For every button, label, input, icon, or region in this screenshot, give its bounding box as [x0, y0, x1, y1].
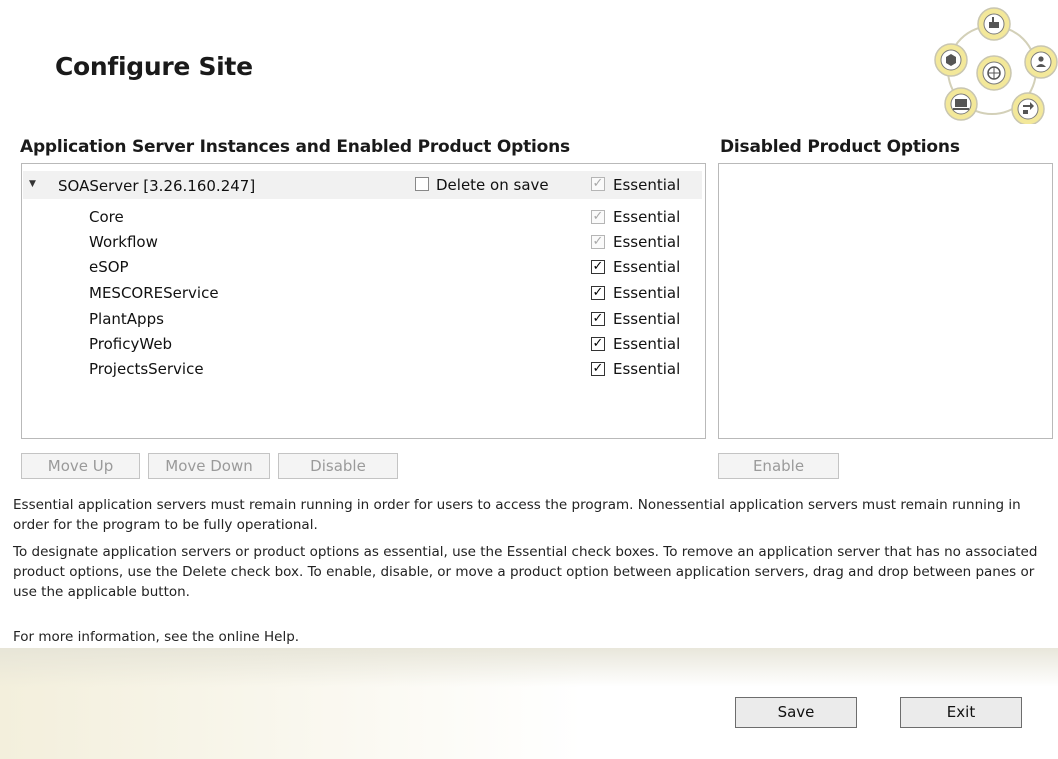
move-up-button[interactable]: Move Up — [21, 453, 140, 479]
check-icon: ✓ — [592, 361, 604, 376]
essential-checkbox-projectsservice[interactable]: ✓ — [591, 362, 605, 376]
designate-info-text: To designate application servers or prod… — [13, 544, 1038, 600]
option-name: eSOP — [89, 258, 129, 276]
enabled-options-tree[interactable]: ▼ SOAServer [3.26.160.247] Delete on sav… — [21, 163, 706, 439]
option-name: PlantApps — [89, 310, 164, 328]
essential-label: Essential — [613, 310, 681, 328]
move-down-button[interactable]: Move Down — [148, 453, 270, 479]
enable-button[interactable]: Enable — [718, 453, 839, 479]
essential-label: Essential — [613, 208, 681, 226]
check-icon: ✓ — [592, 336, 604, 351]
essential-checkbox-esop[interactable]: ✓ — [591, 260, 605, 274]
check-icon: ✓ — [592, 209, 604, 224]
check-icon: ✓ — [592, 311, 604, 326]
server-name: SOAServer [3.26.160.247] — [58, 177, 256, 195]
option-name: Core — [89, 208, 124, 226]
essential-checkbox-core[interactable]: ✓ — [591, 210, 605, 224]
option-name: ProficyWeb — [89, 335, 173, 353]
expand-arrow-icon[interactable]: ▼ — [29, 179, 36, 189]
option-name: ProjectsService — [89, 360, 204, 378]
essential-info-text: Essential application servers must remai… — [13, 497, 1021, 533]
essential-checkbox-plantapps[interactable]: ✓ — [591, 312, 605, 326]
essential-checkbox-workflow[interactable]: ✓ — [591, 235, 605, 249]
check-icon: ✓ — [592, 285, 604, 300]
essential-checkbox-proficyweb[interactable]: ✓ — [591, 337, 605, 351]
check-icon: ✓ — [592, 259, 604, 274]
essential-checkbox-mescoreservice[interactable]: ✓ — [591, 286, 605, 300]
server-essential-label: Essential — [613, 176, 681, 194]
left-node-icon — [934, 43, 968, 77]
essential-label: Essential — [613, 360, 681, 378]
transfer-node-icon — [1011, 92, 1045, 124]
server-essential-checkbox[interactable]: ✓ — [591, 177, 605, 191]
check-icon: ✓ — [592, 176, 604, 191]
enabled-options-heading: Application Server Instances and Enabled… — [20, 137, 570, 157]
disabled-options-list[interactable] — [718, 163, 1053, 439]
option-name: Workflow — [89, 233, 158, 251]
exit-button[interactable]: Exit — [900, 697, 1022, 728]
footer-bar: Save Exit — [0, 648, 1058, 759]
essential-label: Essential — [613, 258, 681, 276]
option-name: MESCOREService — [89, 284, 219, 302]
center-globe-icon — [976, 55, 1012, 91]
server-row[interactable]: ▼ SOAServer [3.26.160.247] Delete on sav… — [23, 171, 702, 199]
delete-on-save-label: Delete on save — [436, 176, 549, 194]
product-hub-logo — [934, 7, 1058, 124]
delete-on-save-checkbox[interactable] — [415, 177, 429, 191]
essential-label: Essential — [613, 284, 681, 302]
page-title: Configure Site — [55, 52, 253, 81]
essential-label: Essential — [613, 335, 681, 353]
save-button[interactable]: Save — [735, 697, 857, 728]
computer-node-icon — [944, 87, 978, 121]
disable-button[interactable]: Disable — [278, 453, 398, 479]
disabled-options-heading: Disabled Product Options — [720, 137, 960, 157]
essential-label: Essential — [613, 233, 681, 251]
user-node-icon — [1024, 45, 1058, 79]
top-node-icon — [977, 7, 1011, 41]
check-icon: ✓ — [592, 234, 604, 249]
help-info-text: For more information, see the online Hel… — [13, 629, 300, 645]
